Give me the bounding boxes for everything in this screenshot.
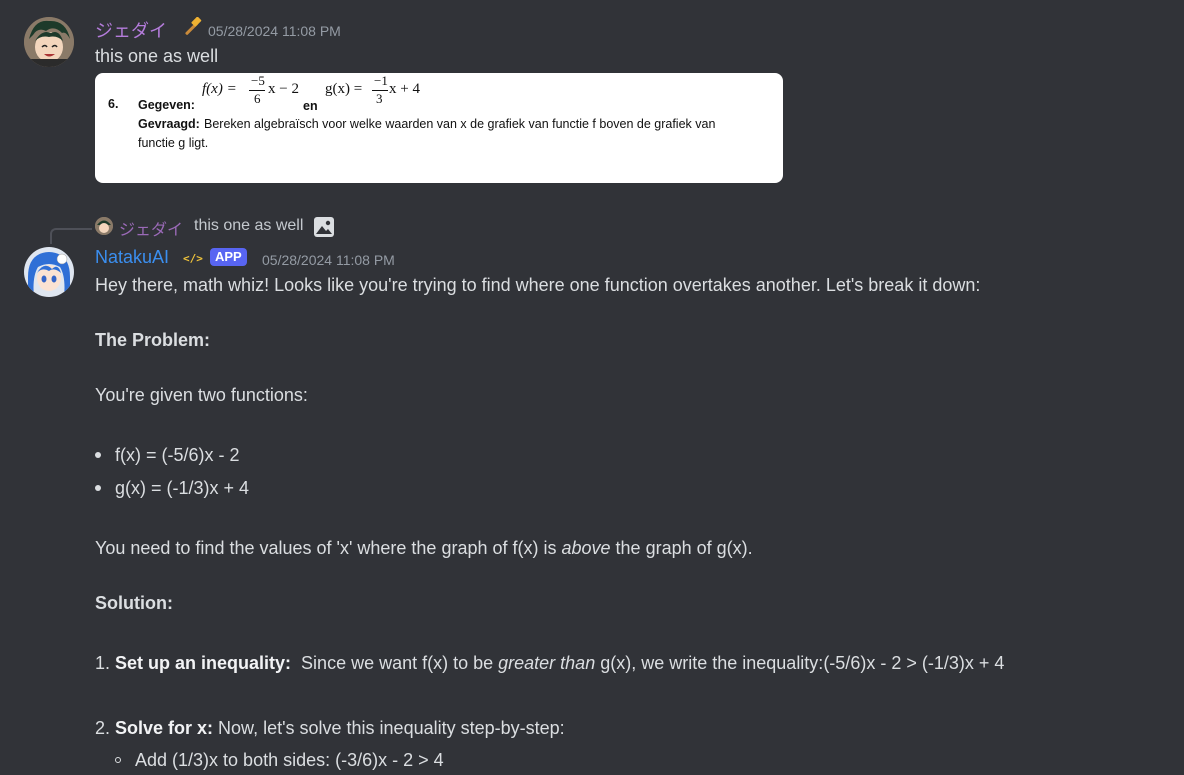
user-avatar[interactable] xyxy=(24,17,74,67)
g-prefix: g(x) = xyxy=(325,81,363,97)
g-denominator: 3 xyxy=(376,91,383,106)
username[interactable]: ジェダイ xyxy=(95,17,167,43)
reply-username[interactable]: ジェダイ xyxy=(119,216,183,240)
f-denominator: 6 xyxy=(254,91,261,106)
bot-avatar[interactable] xyxy=(24,247,74,297)
need-pre: You need to find the values of 'x' where… xyxy=(95,538,562,558)
step-2-title: Solve for x: xyxy=(115,718,214,738)
app-badge: APP xyxy=(210,248,247,266)
g-numerator: −1 xyxy=(374,73,388,88)
step-1-emphasis: greater than xyxy=(498,653,596,673)
step-1-number: 1. xyxy=(95,653,116,673)
step-1-post: g(x), we write the inequality:(-5/6)x - … xyxy=(595,653,1005,673)
f-prefix: f(x) = xyxy=(202,81,237,97)
image-icon xyxy=(313,216,335,238)
gevraagd-label: Gevraagd: xyxy=(138,117,200,131)
bullet-dot xyxy=(95,485,101,491)
step-2: 2. Solve for x: Now, let's solve this in… xyxy=(95,718,565,739)
message-2: NatakuAI </> APP 05/28/2024 11:08 PM Hey… xyxy=(0,240,1184,775)
need-post: the graph of g(x). xyxy=(610,538,753,558)
reply-text: this one as well xyxy=(194,217,304,234)
image-attachment[interactable]: 6. Gegeven: f(x) = −5 6 x − 2 en g(x) = … xyxy=(95,73,783,183)
gevraagd-text-1: Bereken algebraïsch voor welke waarden v… xyxy=(204,117,716,131)
step-1-pre: Since we want f(x) to be xyxy=(291,653,499,673)
message-1: ジェダイ 05/28/2024 11:08 PM this one as wel… xyxy=(0,0,1184,195)
solution-heading: Solution: xyxy=(95,593,173,613)
bullet-dot xyxy=(95,452,101,458)
list-item: f(x) = (-5/6)x - 2 xyxy=(115,445,240,465)
need-text: You need to find the values of 'x' where… xyxy=(95,538,753,559)
step-1: 1. Set up an inequality: Since we want f… xyxy=(95,653,1004,674)
timestamp: 05/28/2024 11:08 PM xyxy=(262,252,395,268)
f-suffix: x − 2 xyxy=(268,81,299,97)
need-emphasis: above xyxy=(561,538,611,558)
message-text: this one as well xyxy=(95,46,219,66)
bot-username[interactable]: NatakuAI xyxy=(95,247,169,268)
sub-bullet-dot xyxy=(115,757,121,763)
gegeven-label: Gegeven: xyxy=(138,98,195,112)
dev-badge: </> xyxy=(183,252,203,265)
timestamp: 05/28/2024 11:08 PM xyxy=(208,23,341,39)
g-suffix: x + 4 xyxy=(389,81,420,97)
en-label: en xyxy=(303,99,318,113)
reply-avatar xyxy=(95,217,113,235)
given-text: You're given two functions: xyxy=(95,385,308,405)
step-2-post: Now, let's solve this inequality step-by… xyxy=(213,718,565,738)
f-numerator: −5 xyxy=(251,73,265,88)
list-item: g(x) = (-1/3)x + 4 xyxy=(115,478,250,498)
intro-text: Hey there, math whiz! Looks like you're … xyxy=(95,275,981,295)
question-number: 6. xyxy=(108,97,119,111)
sub-list-item: Add (1/3)x to both sides: (-3/6)x - 2 > … xyxy=(135,750,444,770)
step-2-number: 2. xyxy=(95,718,116,738)
problem-heading: The Problem: xyxy=(95,330,211,350)
hammer-icon xyxy=(180,16,204,41)
gevraagd-text-2: functie g ligt. xyxy=(138,136,209,150)
step-1-title: Set up an inequality: xyxy=(115,653,292,673)
